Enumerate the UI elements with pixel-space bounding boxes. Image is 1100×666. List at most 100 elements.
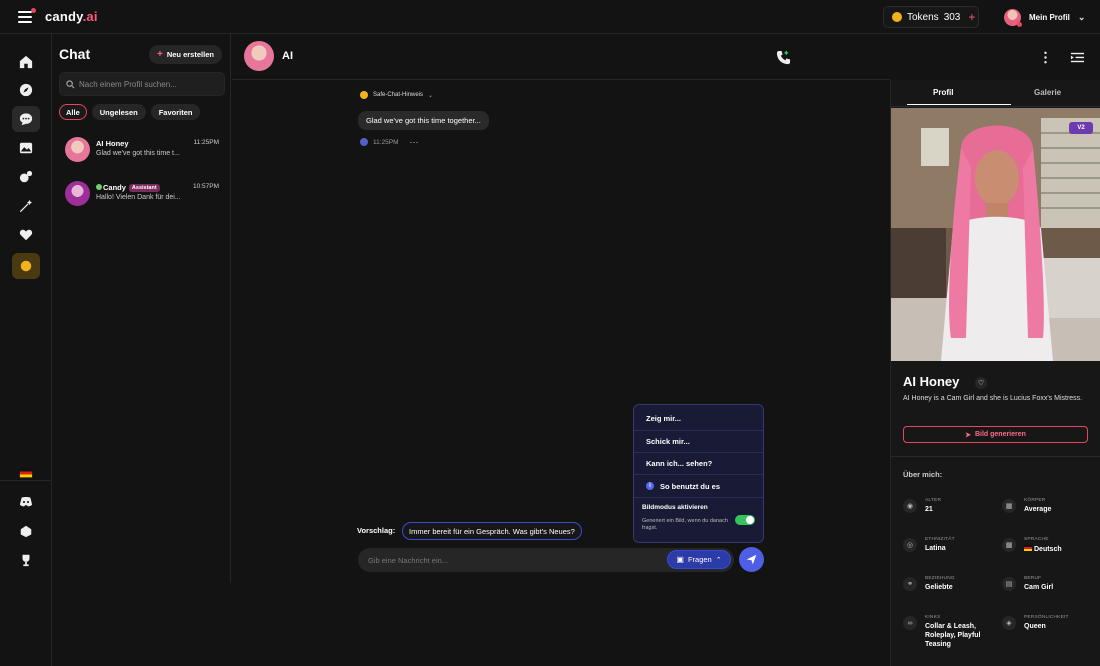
avatar (1004, 8, 1022, 27)
attribute-ethnicity: ◎ ETHNIZITÄT Latina (903, 536, 991, 566)
chat-list-panel: Chat + Neu erstellen Nach einem Profil s… (53, 34, 231, 583)
image-mode-title: Bildmodus aktivieren (642, 504, 708, 511)
attribute-relationship: ⚭ BEZIEHUNG Geliebte (903, 575, 991, 605)
chat-item-name: AI Honey (96, 139, 129, 148)
menu-item-send-me[interactable]: Schick mir... (634, 431, 763, 453)
chat-item-name: Candy (103, 183, 126, 192)
generate-icon[interactable] (12, 164, 40, 190)
filter-unread[interactable]: Ungelesen (91, 104, 146, 120)
attribute-body: ▦ KÖRPER Average (1002, 497, 1090, 527)
assistant-badge: Assistant (128, 184, 160, 192)
globe-icon: ◎ (903, 538, 917, 552)
send-button[interactable] (739, 547, 764, 572)
message-time: 11:25PM (373, 138, 399, 146)
generate-image-button[interactable]: ➤ Bild generieren (903, 426, 1088, 443)
chevron-down-icon: ⌄ (428, 92, 434, 99)
attribute-value-row: Deutsch (1024, 545, 1090, 555)
compass-icon[interactable] (12, 77, 40, 103)
divider (891, 456, 1100, 457)
magic-wand-icon[interactable] (12, 193, 40, 219)
avatar (65, 181, 90, 206)
body-icon: ▦ (1002, 499, 1016, 513)
toggle-panel-icon[interactable] (1068, 48, 1086, 66)
suggestion-chip[interactable]: Immer bereit für ein Gespräch. Was gibt'… (402, 522, 582, 540)
image-icon: ▣ (676, 555, 684, 564)
chat-item-time: 10:57PM (192, 183, 219, 190)
attribute-key: SPRACHE (1024, 537, 1049, 542)
chat-header: AI (232, 34, 1084, 80)
favorite-heart-icon[interactable]: ♡ (975, 377, 987, 389)
message-input[interactable] (368, 553, 658, 567)
menu-icon[interactable] (18, 8, 36, 23)
generate-image-label: Bild generieren (974, 431, 1026, 438)
coin-icon[interactable] (12, 253, 40, 279)
image-mode-toggle[interactable] (735, 515, 755, 525)
attribute-key: KINKS (925, 615, 941, 620)
tab-gallery[interactable]: Galerie (1034, 88, 1061, 97)
new-chat-button[interactable]: + Neu erstellen (149, 45, 222, 64)
chat-icon[interactable] (12, 106, 40, 132)
profile-name: AI Honey (903, 374, 960, 389)
voice-icon[interactable] (360, 138, 368, 146)
message-options-icon[interactable]: ··· (410, 137, 419, 147)
chat-header-name: AI (282, 50, 293, 62)
language-icon: ▩ (1002, 538, 1016, 552)
avatar[interactable] (244, 41, 274, 71)
home-icon[interactable] (12, 49, 40, 75)
filter-favorites[interactable]: Favoriten (150, 104, 201, 120)
chat-item-name-row: Candy Assistant (96, 183, 160, 192)
gallery-icon[interactable] (12, 135, 40, 161)
sidebar-nav (0, 34, 52, 666)
attribute-personality: ◈ PERSÖNLICHKEIT Queen (1002, 614, 1090, 644)
discord-icon[interactable] (12, 489, 40, 515)
logo[interactable]: candy.ai (45, 9, 98, 24)
tokens-count: 303 (943, 11, 961, 23)
tokens-button[interactable]: Tokens 303 + (883, 6, 979, 28)
profile-tabs: Profil Galerie (891, 80, 1100, 107)
attribute-value: 21 (925, 506, 933, 513)
chat-title: Chat (59, 46, 91, 62)
attribute-value: Cam Girl (1024, 584, 1054, 591)
safe-chat-label: Safe-Chat-Hinweis (373, 92, 424, 98)
fragen-menu: Zeig mir... Schick mir... Kann ich... se… (633, 404, 764, 543)
attribute-value: Collar & Leash, Roleplay, Playful Teasin… (925, 623, 981, 648)
chat-item-preview: Glad we've got this time t... (96, 150, 180, 157)
personality-icon: ◈ (1002, 616, 1016, 630)
add-tokens-icon[interactable]: + (968, 10, 975, 24)
affiliate-icon[interactable] (12, 518, 40, 544)
search-input[interactable]: Nach einem Profil suchen... (79, 80, 177, 89)
trophy-icon[interactable] (12, 547, 40, 573)
heart-icon[interactable] (12, 222, 40, 248)
about-title: Über mich: (903, 470, 943, 479)
menu-item-help[interactable]: i So benutzt du es (634, 475, 763, 498)
send-icon (746, 554, 757, 565)
more-options-icon[interactable] (1036, 48, 1054, 66)
relationship-icon: ⚭ (903, 577, 917, 591)
chat-list-item[interactable]: AI Honey 11:25PM Glad we've got this tim… (65, 137, 225, 167)
message-bubble: Glad we've got this time together... (358, 111, 489, 130)
fragen-button[interactable]: ▣ Fragen ⌃ (667, 550, 731, 569)
attribute-value: Geliebte (925, 584, 953, 591)
coin-icon (892, 12, 902, 22)
avatar (65, 137, 90, 162)
search-bar[interactable]: Nach einem Profil suchen... (59, 72, 225, 96)
menu-item-can-i-see[interactable]: Kann ich... sehen? (634, 453, 763, 475)
info-icon: i (646, 482, 654, 490)
call-icon[interactable] (774, 48, 792, 66)
menu-item-show-me[interactable]: Zeig mir... (634, 405, 763, 431)
filter-all[interactable]: Alle (59, 104, 87, 120)
tab-profile[interactable]: Profil (906, 88, 1013, 105)
attribute-occupation: ▤ BERUF Cam Girl (1002, 575, 1090, 605)
safe-chat-notice[interactable]: Safe-Chat-Hinweis ⌄ (360, 91, 433, 99)
chat-item-preview: Hallo! Vielen Dank für dei... (96, 194, 181, 201)
profile-photo[interactable]: V2 (891, 108, 1100, 361)
chat-list-item[interactable]: Candy Assistant 10:57PM Hallo! Vielen Dan… (65, 181, 225, 211)
german-flag-icon[interactable] (12, 460, 40, 486)
attribute-value: Latina (925, 545, 946, 552)
tokens-label: Tokens (907, 11, 939, 23)
profile-menu-button[interactable]: Mein Profil ⌄ (1004, 8, 1085, 27)
version-badge: V2 (1069, 122, 1093, 134)
attribute-key: KÖRPER (1024, 498, 1046, 503)
chat-filters: Alle Ungelesen Favoriten (59, 104, 201, 120)
message-meta: 11:25PM ··· (360, 137, 419, 147)
